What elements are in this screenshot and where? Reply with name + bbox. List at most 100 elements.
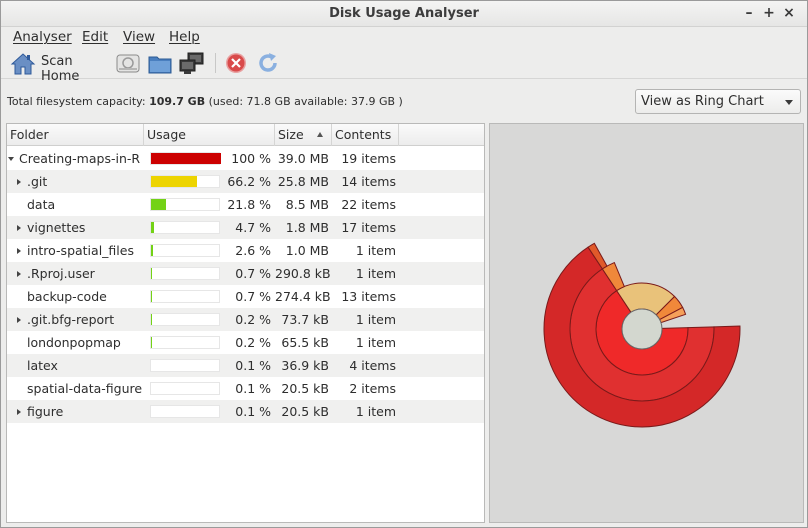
ring-chart[interactable] <box>490 124 803 522</box>
maximize-button[interactable]: + <box>760 4 778 22</box>
usage-percent: 66.2 % <box>227 174 271 189</box>
scan-folder-icon <box>148 56 172 74</box>
ring-center[interactable] <box>621 308 663 350</box>
refresh-button[interactable] <box>255 50 281 76</box>
column-header-usage[interactable]: Usage <box>144 124 275 146</box>
folder-contents: 1 item <box>355 404 396 419</box>
folder-name: vignettes <box>27 220 86 235</box>
table-row[interactable]: londonpopmap 0.2 % 65.5 kB 1 item <box>7 331 484 354</box>
usage-bar-fill <box>151 245 153 256</box>
folder-contents: 13 items <box>341 289 396 304</box>
expander-closed-icon[interactable] <box>17 179 21 185</box>
usage-percent: 4.7 % <box>235 220 271 235</box>
toolbar: Scan Home <box>1 47 807 84</box>
capacity-prefix: Total filesystem capacity: <box>7 95 146 108</box>
scan-remote-icon <box>179 52 204 74</box>
table-row[interactable]: figure 0.1 % 20.5 kB 1 item <box>7 400 484 423</box>
expander-closed-icon[interactable] <box>17 225 21 231</box>
usage-bar <box>150 267 220 280</box>
filesystem-capacity-info: Total filesystem capacity: 109.7 GB (use… <box>7 95 403 108</box>
table-row[interactable]: .Rproj.user 0.7 % 290.8 kB 1 item <box>7 262 484 285</box>
usage-percent: 0.2 % <box>235 335 271 350</box>
tree-header: Folder Usage Size Contents <box>7 124 484 146</box>
stop-button[interactable] <box>223 50 249 76</box>
folder-name: .Rproj.user <box>27 266 95 281</box>
usage-bar <box>150 359 220 372</box>
table-row[interactable]: backup-code 0.7 % 274.4 kB 13 items <box>7 285 484 308</box>
folder-tree[interactable]: Folder Usage Size Contents Creating-maps… <box>6 123 485 523</box>
folder-name: spatial-data-figure <box>27 381 143 396</box>
column-header-size[interactable]: Size <box>275 124 332 146</box>
column-header-contents[interactable]: Contents <box>332 124 399 146</box>
folder-name: londonpopmap <box>27 335 121 350</box>
menu-edit[interactable]: Edit <box>82 27 108 47</box>
view-mode-value: View as Ring Chart <box>641 94 764 109</box>
folder-contents: 14 items <box>341 174 396 189</box>
menu-bar: Analyser Edit View Help <box>1 27 807 47</box>
table-row[interactable]: .git.bfg-report 0.2 % 73.7 kB 1 item <box>7 308 484 331</box>
minimize-button[interactable]: – <box>740 4 758 22</box>
usage-percent: 0.1 % <box>235 381 271 396</box>
table-row[interactable]: spatial-data-figure 0.1 % 20.5 kB 2 items <box>7 377 484 400</box>
capacity-value: 109.7 GB <box>149 95 206 108</box>
close-button[interactable]: × <box>780 4 798 22</box>
folder-contents: 22 items <box>341 197 396 212</box>
table-row[interactable]: .git 66.2 % 25.8 MB 14 items <box>7 170 484 193</box>
scan-folder-button[interactable] <box>147 50 173 76</box>
usage-bar <box>150 313 220 326</box>
toolbar-separator <box>215 53 216 73</box>
folder-contents: 2 items <box>349 381 396 396</box>
folder-name: .git <box>27 174 48 189</box>
usage-bar-fill <box>151 199 167 210</box>
usage-percent: 0.1 % <box>235 404 271 419</box>
scan-home-label: Scan Home <box>41 54 80 84</box>
app-window: Disk Usage Analyser – + × Analyser Edit … <box>0 0 808 528</box>
folder-size: 290.8 kB <box>275 266 331 281</box>
folder-size: 20.5 kB <box>281 381 329 396</box>
usage-percent: 0.2 % <box>235 312 271 327</box>
scan-remote-button[interactable] <box>178 50 206 76</box>
sort-ascending-icon <box>317 132 323 137</box>
table-row[interactable]: data 21.8 % 8.5 MB 22 items <box>7 193 484 216</box>
folder-size: 39.0 MB <box>277 151 329 166</box>
expander-closed-icon[interactable] <box>17 248 21 254</box>
folder-contents: 4 items <box>349 358 396 373</box>
usage-bar <box>150 336 220 349</box>
scan-filesystem-icon <box>116 54 140 73</box>
ring-chart-panel[interactable] <box>489 123 804 523</box>
scan-filesystem-button[interactable] <box>115 50 141 76</box>
folder-contents: 1 item <box>355 266 396 281</box>
folder-size: 73.7 kB <box>281 312 329 327</box>
expander-open-icon[interactable] <box>8 157 14 161</box>
usage-percent: 0.1 % <box>235 358 271 373</box>
usage-percent: 0.7 % <box>235 289 271 304</box>
menu-help[interactable]: Help <box>169 27 200 47</box>
table-row[interactable]: Creating-maps-in-R 100 % 39.0 MB 19 items <box>7 147 484 170</box>
usage-percent: 0.7 % <box>235 266 271 281</box>
table-row[interactable]: intro-spatial_files 2.6 % 1.0 MB 1 item <box>7 239 484 262</box>
table-row[interactable]: vignettes 4.7 % 1.8 MB 17 items <box>7 216 484 239</box>
folder-size: 1.0 MB <box>285 243 329 258</box>
folder-size: 8.5 MB <box>285 197 329 212</box>
usage-bar <box>150 221 220 234</box>
usage-bar <box>150 152 221 165</box>
folder-contents: 17 items <box>341 220 396 235</box>
folder-name: figure <box>27 404 64 419</box>
menu-view[interactable]: View <box>123 27 155 47</box>
folder-size: 274.4 kB <box>275 289 331 304</box>
folder-contents: 1 item <box>355 243 396 258</box>
view-mode-select[interactable]: View as Ring Chart <box>635 89 801 114</box>
expander-closed-icon[interactable] <box>17 271 21 277</box>
expander-closed-icon[interactable] <box>17 317 21 323</box>
title-bar[interactable]: Disk Usage Analyser – + × <box>1 1 807 27</box>
usage-bar <box>150 382 220 395</box>
table-row[interactable]: latex 0.1 % 36.9 kB 4 items <box>7 354 484 377</box>
menu-analyser[interactable]: Analyser <box>13 27 72 47</box>
refresh-icon <box>259 53 277 72</box>
column-header-folder[interactable]: Folder <box>7 124 144 146</box>
scan-home-button[interactable]: Scan Home <box>9 50 111 84</box>
usage-percent: 2.6 % <box>235 243 271 258</box>
expander-closed-icon[interactable] <box>17 409 21 415</box>
window-title: Disk Usage Analyser <box>329 6 479 21</box>
stop-icon <box>226 53 246 73</box>
